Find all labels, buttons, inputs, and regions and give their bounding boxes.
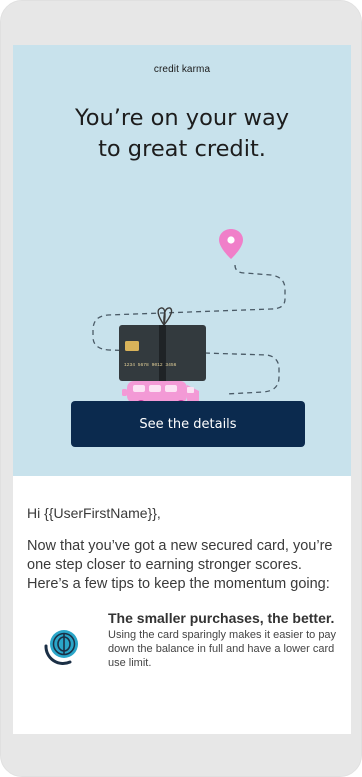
bottom-chrome (1, 734, 361, 776)
gift-card-icon: 1234 5678 9012 3456 (119, 325, 206, 381)
tip-text: The smaller purchases, the better. Using… (108, 610, 337, 670)
brand-logo: credit karma (153, 64, 211, 75)
intro-text: Now that you’ve got a new secured card, … (27, 538, 333, 592)
email-viewport[interactable]: credit karma You’re on your way to great… (13, 45, 351, 736)
headline: You’re on your way to great credit. (13, 103, 351, 165)
tip-item: The smaller purchases, the better. Using… (27, 610, 337, 670)
hero-section: credit karma You’re on your way to great… (13, 45, 351, 476)
map-pin-icon (219, 229, 243, 259)
email-body: Hi {{UserFirstName}}, Now that you’ve go… (13, 504, 351, 670)
ribbon-bow (157, 307, 173, 327)
headline-line-1: You’re on your way (74, 105, 290, 131)
piggy-coin-icon (44, 630, 78, 665)
tip-title: The smaller purchases, the better. (108, 610, 335, 626)
tip-description: Using the card sparingly makes it easier… (108, 629, 337, 669)
top-chrome (1, 1, 361, 45)
see-details-button[interactable]: See the details (71, 401, 305, 447)
headline-line-2: to great credit. (98, 136, 266, 162)
greeting-text: Hi {{UserFirstName}}, (27, 505, 161, 521)
journey-illustration: 1234 5678 9012 3456 (92, 229, 286, 410)
card-number: 1234 5678 9012 3456 (124, 362, 177, 368)
device-frame: credit karma You’re on your way to great… (0, 0, 362, 777)
